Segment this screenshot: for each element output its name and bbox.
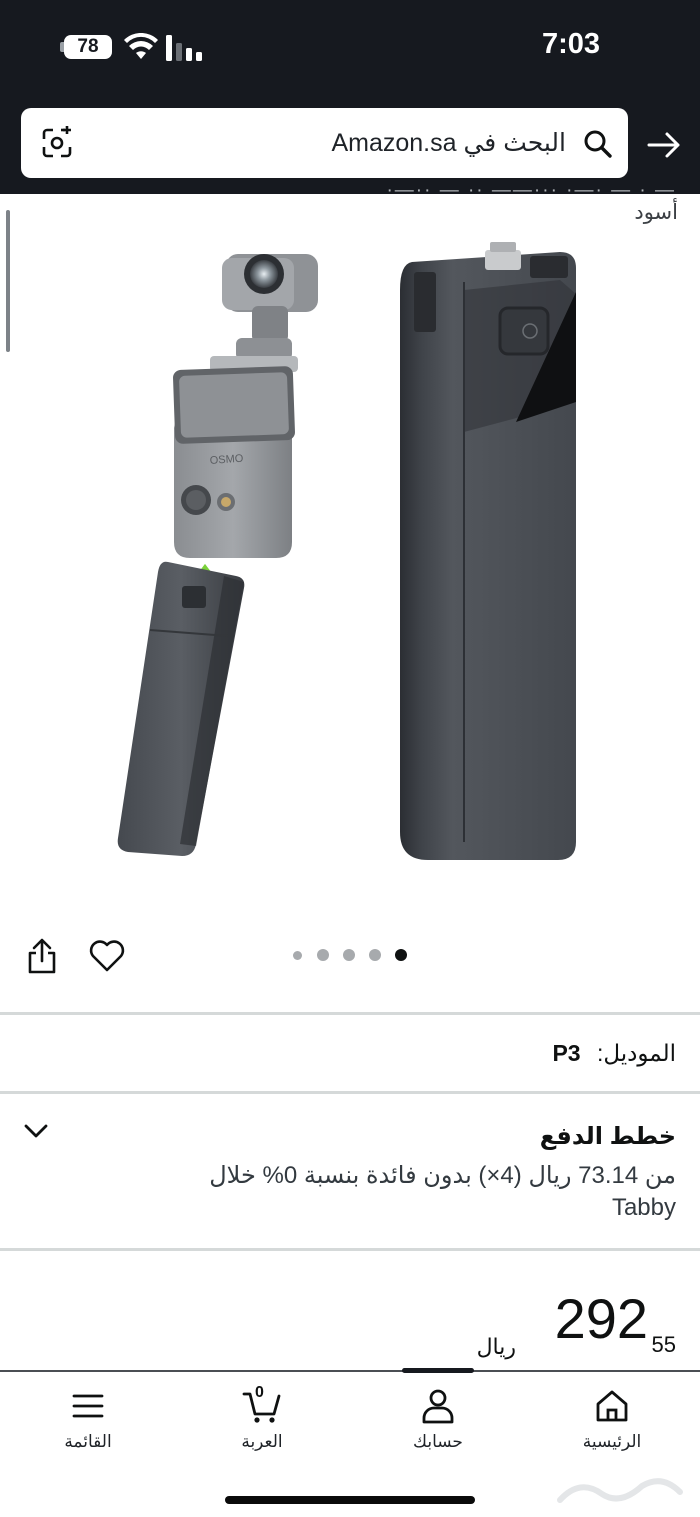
- battery-indicator: 78: [64, 35, 112, 59]
- price-currency: ريال: [476, 1334, 516, 1359]
- pagination-dot-active[interactable]: [395, 949, 407, 961]
- section-divider: [0, 1248, 700, 1251]
- price: 55 292 ريال: [376, 1286, 676, 1366]
- model-row: الموديل: P3: [552, 1040, 676, 1067]
- cart-count: 0: [255, 1384, 264, 1401]
- home-icon: [596, 1390, 628, 1422]
- pocket-camera-illustration: OSMO: [173, 254, 318, 587]
- status-time: 7:03: [541, 28, 600, 60]
- camera-search-icon[interactable]: [39, 125, 75, 161]
- nav-menu-label: القائمة: [64, 1432, 112, 1451]
- battery-handle-illustration: [400, 242, 576, 860]
- model-label: الموديل:: [596, 1040, 676, 1066]
- payment-plans-description: من 73.14 ريال (4×) بدون فائدة بنسبة 0% خ…: [209, 1162, 676, 1221]
- wifi-icon: [124, 33, 158, 59]
- app-header: 78 7:03 البحث في Amazon.sa: [0, 0, 700, 194]
- nav-account-label: حسابك: [413, 1432, 463, 1451]
- nav-cart[interactable]: 0 العربة: [202, 1372, 322, 1472]
- pagination-dot[interactable]: [343, 949, 355, 961]
- cellular-signal-icon: [166, 35, 202, 61]
- section-divider: [0, 1012, 700, 1015]
- price-whole: 292: [554, 1287, 648, 1350]
- status-bar: 78 7:03: [0, 0, 700, 95]
- product-image[interactable]: OSMO: [0, 232, 700, 912]
- search-placeholder: البحث في Amazon.sa: [331, 129, 566, 157]
- search-icon[interactable]: [582, 128, 614, 160]
- share-icon[interactable]: [26, 937, 58, 975]
- product-color-line: أسود: [634, 201, 678, 224]
- model-value: P3: [552, 1040, 581, 1066]
- pagination-dot[interactable]: [317, 949, 329, 961]
- heart-icon[interactable]: [89, 939, 125, 973]
- search-input[interactable]: البحث في Amazon.sa: [21, 108, 628, 178]
- hamburger-menu-icon: [72, 1394, 104, 1418]
- price-fraction: 55: [651, 1332, 676, 1357]
- nav-cart-label: العربة: [241, 1432, 283, 1451]
- nav-home[interactable]: الرئيسية: [552, 1372, 672, 1472]
- nav-home-label: الرئيسية: [582, 1432, 642, 1451]
- arrow-right-icon[interactable]: [646, 127, 682, 163]
- nav-menu[interactable]: القائمة: [28, 1372, 148, 1472]
- nav-account[interactable]: حسابك: [378, 1372, 498, 1472]
- pagination-dot[interactable]: [369, 949, 381, 961]
- pagination-dot[interactable]: [293, 951, 302, 960]
- user-icon: [422, 1389, 454, 1424]
- chevron-down-icon[interactable]: [24, 1122, 48, 1140]
- payment-plans-title[interactable]: خطط الدفع: [540, 1122, 676, 1151]
- product-title-partial: — · — ·—· ···—— ·· — ··—·: [386, 180, 676, 196]
- section-divider: [0, 1091, 700, 1094]
- watermark-logo: [557, 1478, 683, 1503]
- image-pagination-dots[interactable]: [291, 949, 411, 963]
- mini-handle-illustration: [117, 561, 245, 856]
- svg-text:OSMO: OSMO: [209, 453, 244, 467]
- home-indicator: [225, 1496, 475, 1504]
